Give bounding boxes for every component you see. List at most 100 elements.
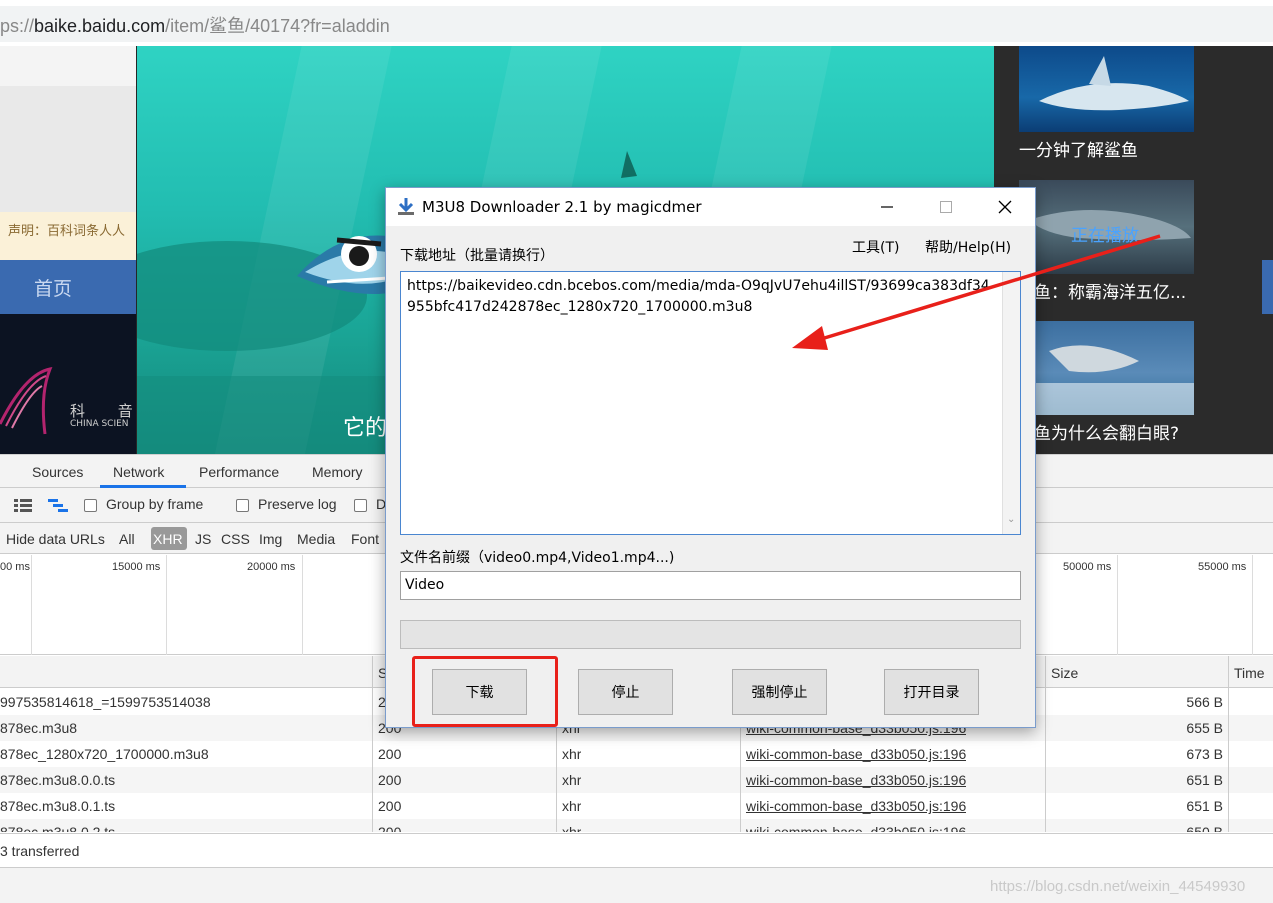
timeline-gridline: [1252, 555, 1253, 655]
table-row[interactable]: 878ec.m3u8.0.0.ts 200 xhr wiki-common-ba…: [0, 767, 1273, 793]
shark-photo-icon: [1019, 345, 1194, 415]
request-type: xhr: [562, 746, 582, 762]
window-title: M3U8 Downloader 2.1 by magicdmer: [422, 198, 702, 216]
request-initiator-link[interactable]: wiki-common-base_d33b050.js:196: [746, 772, 966, 788]
left-top-blank: [0, 46, 136, 86]
column-divider: [1045, 656, 1046, 832]
group-by-frame-checkbox[interactable]: [84, 499, 97, 512]
waterfall-icon[interactable]: [48, 499, 70, 513]
related-video-thumb[interactable]: [1019, 321, 1194, 415]
transferred-summary: 3 transferred: [0, 843, 80, 859]
disclaimer-banner: 声明：百科词条人人: [0, 212, 136, 260]
right-nav-strip: [1262, 260, 1273, 314]
timeline-tick: 55000 ms: [1198, 561, 1247, 573]
request-name: 997535814618_=1599753514038: [0, 694, 211, 710]
science-logo: 科 音 CHINA SCIEN: [0, 314, 136, 454]
request-status: 200: [378, 746, 402, 762]
address-url[interactable]: ps://baike.baidu.com/item/鲨鱼/40174?fr=al…: [0, 12, 390, 38]
request-initiator-link[interactable]: wiki-common-base_d33b050.js:196: [746, 824, 966, 832]
timeline-tick: 20000 ms: [247, 561, 296, 573]
tab-memory[interactable]: Memory: [312, 464, 363, 480]
table-row[interactable]: 878ec.m3u8.0.1.ts 200 xhr wiki-common-ba…: [0, 793, 1273, 819]
tab-performance[interactable]: Performance: [199, 464, 279, 480]
logo-text: 科 音: [70, 402, 133, 420]
network-summary-bar: 3 transferred: [0, 833, 1273, 867]
request-name: 878ec.m3u8.0.0.ts: [0, 772, 116, 788]
open-directory-button[interactable]: 打开目录: [884, 669, 979, 715]
related-caption[interactable]: 一分钟了解鲨鱼: [1019, 136, 1138, 161]
request-size: 651 B: [1186, 772, 1223, 788]
watermark: https://blog.csdn.net/weixin_44549930: [990, 878, 1246, 895]
request-size: 566 B: [1186, 694, 1223, 710]
column-time[interactable]: Time: [1234, 665, 1265, 681]
filter-font[interactable]: Font: [351, 531, 379, 547]
maximize-icon: [940, 201, 952, 213]
request-size: 650 B: [1186, 824, 1223, 832]
table-row[interactable]: 878ec_1280x720_1700000.m3u8 200 xhr wiki…: [0, 741, 1273, 767]
shark-photo-icon: [1039, 56, 1189, 111]
request-type: xhr: [562, 824, 582, 832]
menu-help[interactable]: 帮助/Help(H): [925, 237, 1011, 257]
menu-tools[interactable]: 工具(T): [852, 237, 899, 257]
request-initiator-link[interactable]: wiki-common-base_d33b050.js:196: [746, 746, 966, 762]
close-button[interactable]: [978, 188, 1032, 226]
video-subtitle: 它的: [343, 416, 388, 441]
filter-all[interactable]: All: [119, 531, 135, 547]
disable-cache-checkbox[interactable]: [354, 499, 367, 512]
timeline-tick: 50000 ms: [1063, 561, 1112, 573]
group-by-frame-label: Group by frame: [106, 496, 204, 512]
logo-subtext: CHINA SCIEN: [70, 419, 129, 429]
timeline-gridline: [31, 555, 32, 655]
stop-button[interactable]: 停止: [578, 669, 673, 715]
chevron-down-icon[interactable]: ⌄: [1007, 509, 1015, 530]
browser-address-bar[interactable]: ps://baike.baidu.com/item/鲨鱼/40174?fr=al…: [0, 0, 1273, 46]
request-name: 878ec.m3u8: [0, 720, 78, 736]
request-status: 200: [378, 824, 402, 832]
force-stop-button[interactable]: 强制停止: [732, 669, 827, 715]
preserve-log-label: Preserve log: [258, 496, 337, 512]
filter-media[interactable]: Media: [297, 531, 335, 547]
filter-js[interactable]: JS: [195, 531, 211, 547]
prefix-input[interactable]: Video: [400, 571, 1021, 600]
request-name: 878ec.m3u8.0.1.ts: [0, 798, 116, 814]
close-icon: [998, 200, 1012, 214]
logo-wave-icon: [0, 366, 53, 435]
request-size: 655 B: [1186, 720, 1223, 736]
timeline-tick: 15000 ms: [112, 561, 161, 573]
download-arrow-icon: [398, 198, 414, 215]
request-size: 651 B: [1186, 798, 1223, 814]
left-column: 声明：百科词条人人 首页 科 音 CHINA SCIEN: [0, 46, 136, 454]
download-progress-bar: [400, 620, 1021, 649]
column-size[interactable]: Size: [1051, 665, 1078, 681]
timeline-gridline: [1117, 555, 1118, 655]
preserve-log-checkbox[interactable]: [236, 499, 249, 512]
window-titlebar[interactable]: M3U8 Downloader 2.1 by magicdmer: [386, 188, 1035, 226]
related-caption[interactable]: 鱼为什么会翻白眼?: [1034, 419, 1179, 444]
tab-sources[interactable]: Sources: [32, 464, 83, 480]
url-textarea[interactable]: https://baikevideo.cdn.bcebos.com/media/…: [400, 271, 1021, 535]
prefix-label: 文件名前缀（video0.mp4,Video1.mp4...): [400, 550, 675, 566]
now-playing-badge: 正在播放: [1071, 226, 1139, 246]
request-size: 673 B: [1186, 746, 1223, 762]
timeline-gridline: [302, 555, 303, 655]
column-divider: [372, 656, 373, 832]
request-initiator-link[interactable]: wiki-common-base_d33b050.js:196: [746, 798, 966, 814]
url-label: 下载地址（批量请换行）: [400, 248, 554, 264]
filter-img[interactable]: Img: [259, 531, 282, 547]
tab-network[interactable]: Network: [113, 464, 164, 480]
minimize-button[interactable]: [860, 188, 914, 226]
request-status: 200: [378, 798, 402, 814]
hide-data-urls-label[interactable]: Hide data URLs: [6, 531, 105, 547]
request-status: 200: [378, 772, 402, 788]
filter-css[interactable]: CSS: [221, 531, 250, 547]
request-type: xhr: [562, 772, 582, 788]
filter-xhr[interactable]: XHR: [151, 527, 187, 550]
related-video-thumb[interactable]: [1019, 46, 1194, 132]
url-text: https://baikevideo.cdn.bcebos.com/media/…: [407, 278, 990, 315]
list-view-icon[interactable]: [14, 499, 34, 513]
url-scrollbar[interactable]: ⌄: [1002, 272, 1020, 534]
related-caption[interactable]: 鱼：称霸海洋五亿...: [1034, 278, 1186, 303]
maximize-button[interactable]: [919, 188, 973, 226]
table-row[interactable]: 878ec.m3u8.0.2.ts 200 xhr wiki-common-ba…: [0, 819, 1273, 832]
nav-home-link[interactable]: 首页: [0, 260, 136, 314]
